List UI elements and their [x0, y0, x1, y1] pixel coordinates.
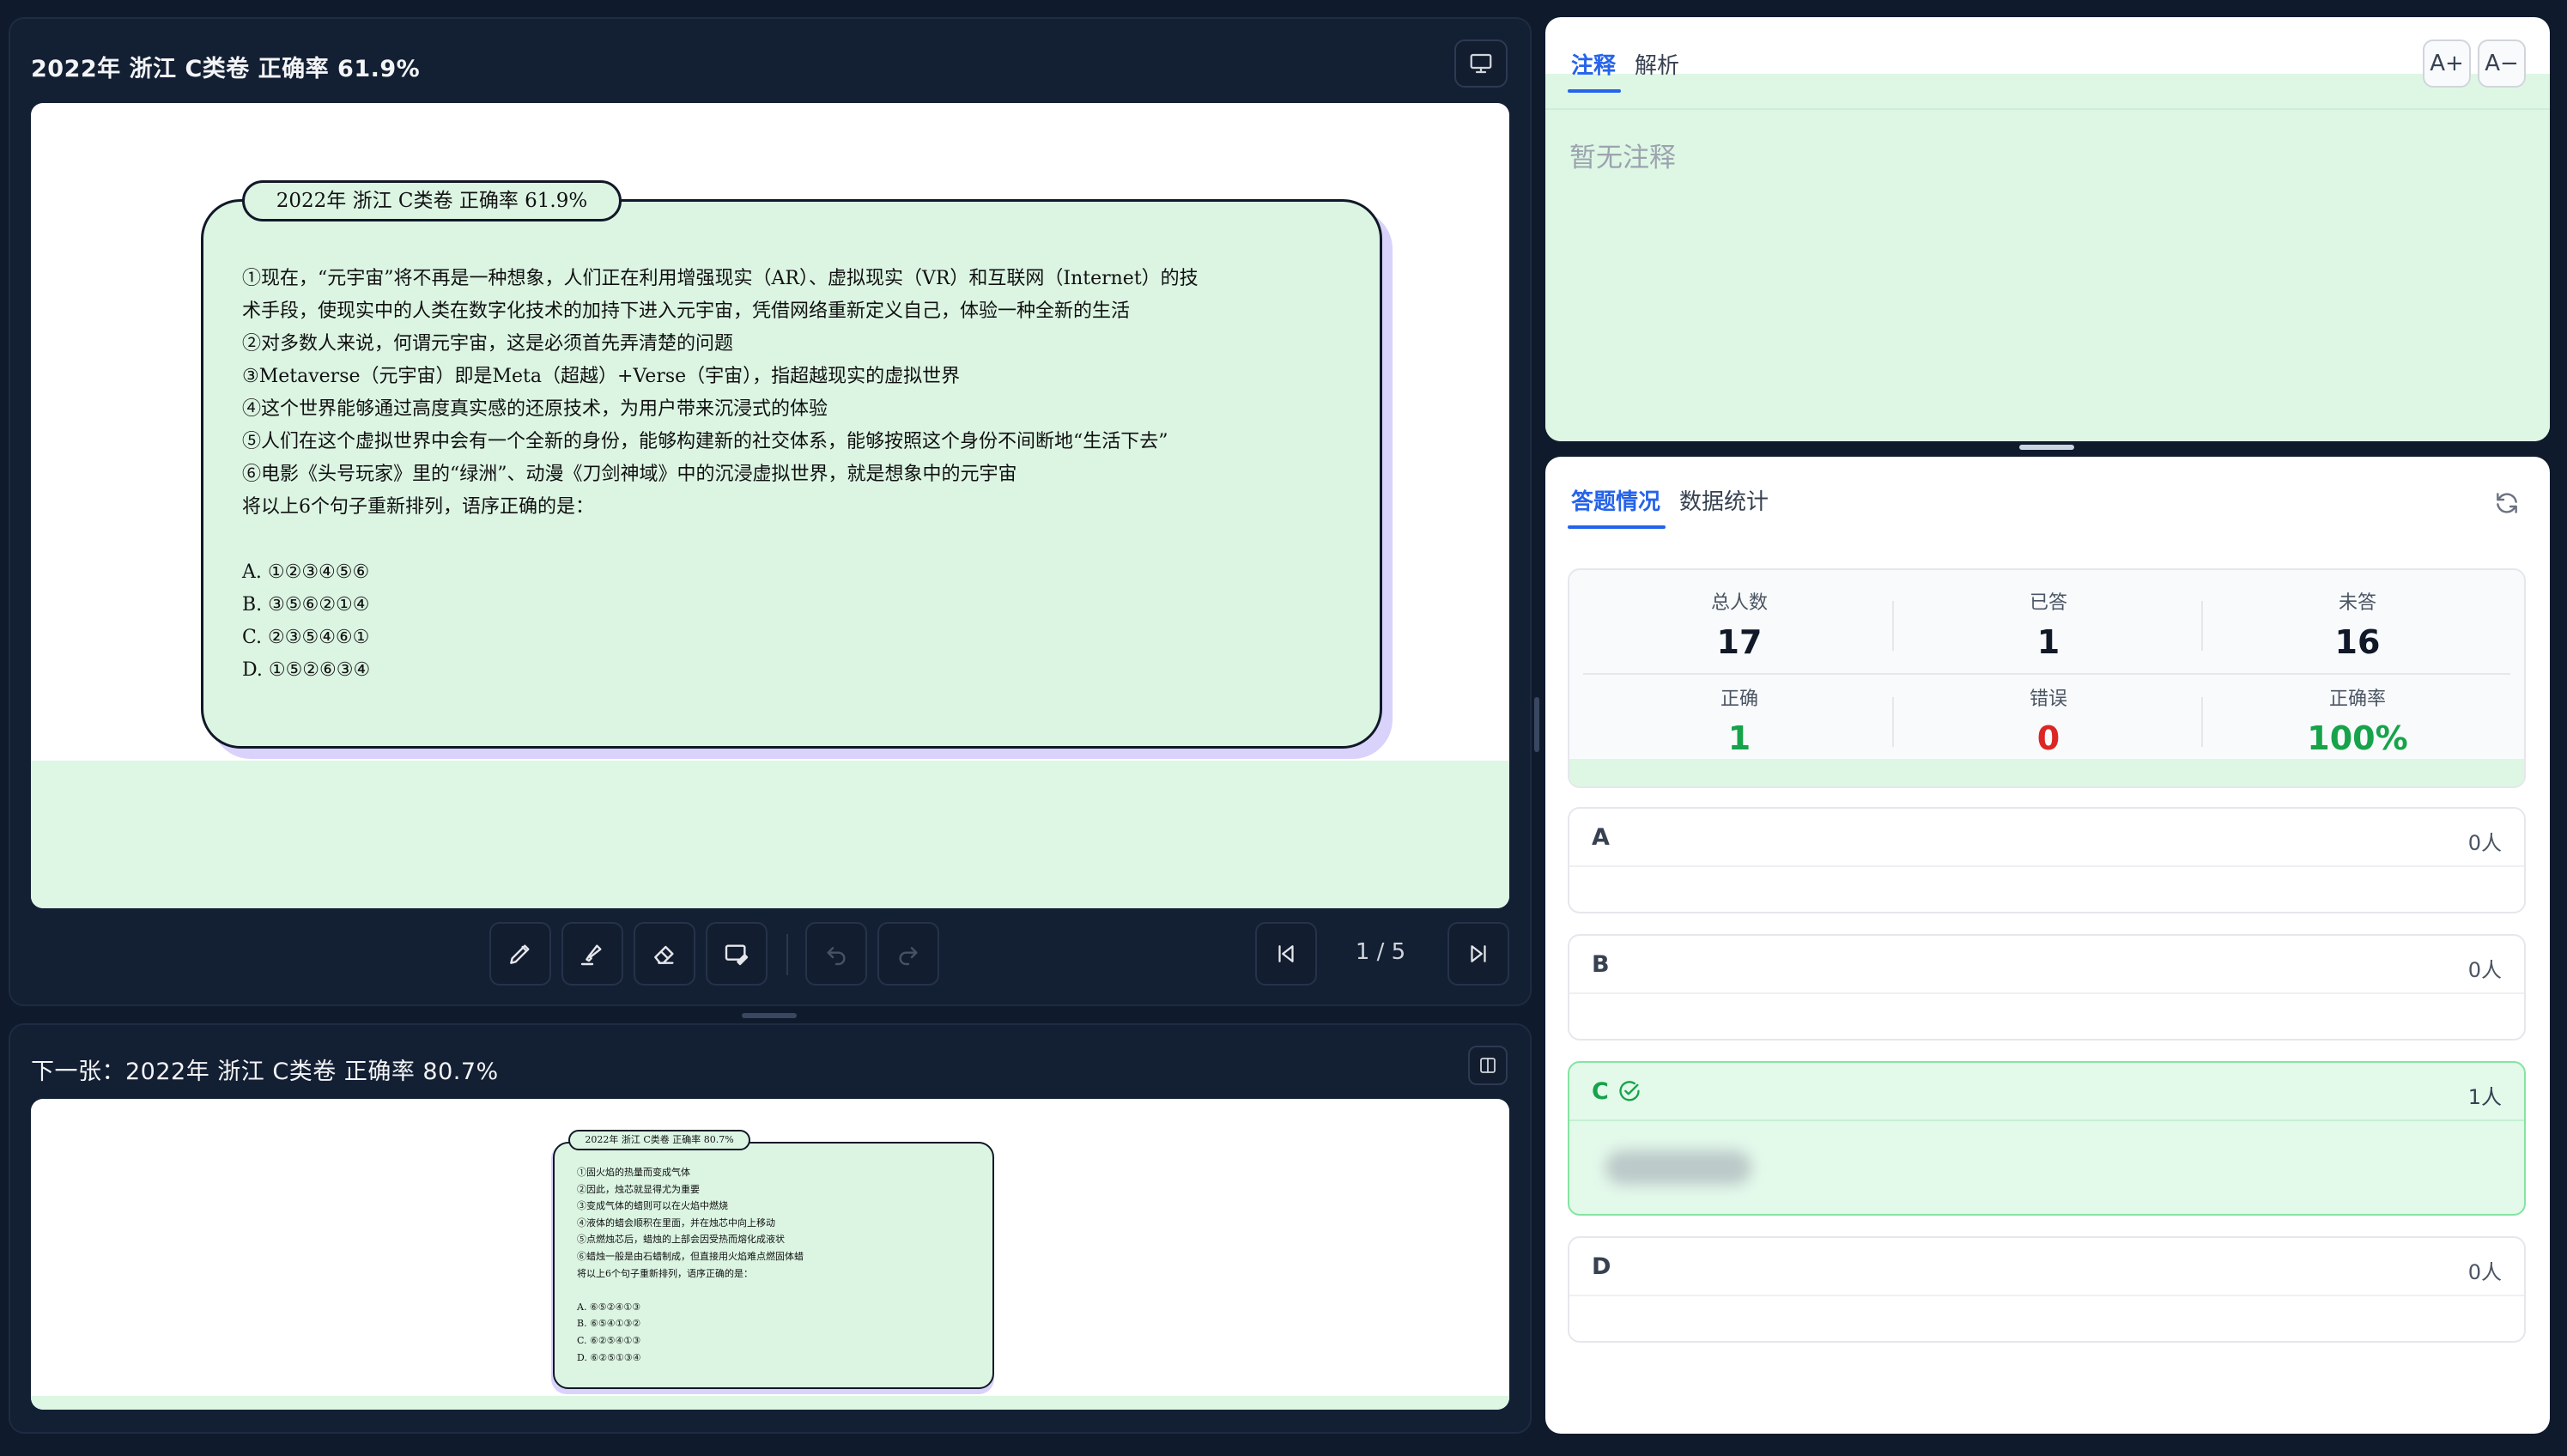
- notes-empty-text: 暂无注释: [1569, 143, 1676, 173]
- next-question-line: ⑤点燃烛芯后，蜡烛的上部会因受热而熔化成液状: [577, 1234, 785, 1246]
- stat-answered: 已答 1: [2029, 592, 2067, 661]
- question-text: ①现在，“元宇宙”将不再是一种想象，人们正在利用增强现实（AR）、虚拟现实（VR…: [242, 263, 1199, 687]
- eraser-icon: [654, 945, 674, 964]
- next-question-line: ⑥蜡烛一般是由石蜡制成，但直接用火焰难点燃固体蜡: [577, 1250, 804, 1262]
- refresh-icon: [2497, 493, 2517, 513]
- slide-background-band: [31, 1396, 1509, 1410]
- stat-correct: 正确 1: [1720, 689, 1758, 757]
- pen-tool-button[interactable]: [489, 922, 551, 986]
- undo-icon: [827, 947, 846, 966]
- correct-check-icon: [1619, 1081, 1640, 1101]
- question-line: ②对多数人来说，何谓元宇宙，这是必须首先弄清楚的问题: [242, 333, 734, 355]
- next-question-line: ④液体的蜡会顺积在里面，并在烛芯中向上移动: [577, 1216, 775, 1228]
- stat-unanswered: 未答 16: [2334, 592, 2381, 661]
- tab-data-statistics[interactable]: 数据统计: [1679, 484, 1769, 516]
- question-line: ④这个世界能够通过高度真实感的还原技术，为用户带来沉浸式的体验: [242, 398, 828, 420]
- question-line: ⑥电影《头号玩家》里的“绿洲”、动漫《刀剑神域》中的沉浸虚拟世界，就是想象中的元…: [242, 464, 1017, 485]
- horizontal-resize-handle[interactable]: [1534, 697, 1539, 752]
- next-question-line: ③变成气体的蜡则可以在火焰中燃烧: [577, 1200, 728, 1212]
- vertical-resize-handle[interactable]: [742, 1013, 797, 1018]
- option-letter: D: [1592, 1253, 1611, 1280]
- notes-panel: 注释 解析 A+ A− 暂无注释: [1545, 17, 2550, 441]
- highlighter-tool-button[interactable]: [561, 922, 623, 986]
- font-increase-button[interactable]: A+: [2423, 39, 2471, 88]
- next-answer-option-b: B. ⑥⑤④①③②: [577, 1318, 641, 1330]
- tab-answer-status[interactable]: 答题情况: [1571, 484, 1660, 516]
- stats-footer-band: [1569, 759, 2524, 786]
- board-erase-icon: [725, 944, 749, 966]
- present-button[interactable]: [1454, 39, 1508, 88]
- question-line: ⑤人们在这个虚拟世界中会有一个全新的身份，能够构建新的社交体系，能够按照这个身份…: [242, 431, 1168, 452]
- toggle-preview-button[interactable]: [1468, 1046, 1508, 1085]
- skip-forward-icon: [1471, 945, 1486, 962]
- pencil-icon: [510, 944, 530, 964]
- option-result-a[interactable]: A 0人: [1568, 807, 2526, 913]
- current-slide-canvas[interactable]: 2022年 浙江 C类卷 正确率 61.9% ①现在，“元宇宙”将不再是一种想象…: [31, 103, 1509, 908]
- current-slide-panel: 2022年 浙江 C类卷 正确率 61.9% 2022年 浙江 C类卷 正确率 …: [9, 17, 1532, 1006]
- option-result-d[interactable]: D 0人: [1568, 1236, 2526, 1343]
- eraser-tool-button[interactable]: [634, 922, 695, 986]
- option-count: 0人: [2467, 1260, 2502, 1284]
- undo-button[interactable]: [805, 922, 867, 986]
- next-answer-option-d: D. ⑥②⑤①③④: [577, 1351, 641, 1363]
- question-line: ③Metaverse（元宇宙）即是Meta（超越）+Verse（宇宙），指超越现…: [242, 366, 961, 387]
- option-count: 1人: [2467, 1085, 2502, 1109]
- next-slide-title: 下一张：2022年 浙江 C类卷 正确率 80.7%: [31, 1059, 499, 1085]
- tab-notes-underline: [1568, 89, 1621, 93]
- option-letter: A: [1592, 824, 1610, 851]
- tab-answer-status-underline: [1568, 525, 1666, 529]
- answer-option-b: B. ③⑤⑥②①④: [242, 594, 370, 616]
- split-view-icon: [1480, 1058, 1496, 1073]
- next-question-line: ②因此，烛芯就显得尤为重要: [577, 1183, 700, 1195]
- answers-panel: 答题情况 数据统计 总人数 17 已答 1 未答 16 正确 1 错误 0 正确…: [1545, 457, 2550, 1434]
- tab-analysis[interactable]: 解析: [1635, 48, 1679, 80]
- first-slide-button[interactable]: [1255, 922, 1317, 986]
- stat-total: 总人数 17: [1710, 592, 1768, 661]
- next-question-text: ①固火焰的热量而变成气体 ②因此，烛芯就显得尤为重要 ③变成气体的蜡则可以在火焰…: [577, 1164, 804, 1366]
- clear-board-button[interactable]: [706, 922, 768, 986]
- highlighter-icon: [580, 944, 602, 966]
- redo-icon: [899, 947, 918, 966]
- notes-divider: [1545, 108, 2550, 110]
- option-result-c[interactable]: C 1人: [1568, 1061, 2526, 1216]
- respondent-name-blurred: [1605, 1150, 1751, 1185]
- slide-background-band: [31, 761, 1509, 908]
- current-slide-title: 2022年 浙江 C类卷 正确率 61.9%: [31, 56, 421, 82]
- notes-resize-handle[interactable]: [2019, 445, 2074, 450]
- next-slide-panel: 下一张：2022年 浙江 C类卷 正确率 80.7% 2022年 浙江 C类卷 …: [9, 1023, 1532, 1434]
- next-answer-option-a: A. ⑥⑤②④①③: [577, 1301, 641, 1313]
- question-card-tag: 2022年 浙江 C类卷 正确率 61.9%: [242, 180, 622, 221]
- refresh-button[interactable]: [2490, 486, 2524, 520]
- page-indicator: 1 / 5: [1355, 939, 1406, 965]
- answer-option-c: C. ②③⑤④⑥①: [242, 627, 370, 648]
- option-result-b[interactable]: B 0人: [1568, 934, 2526, 1040]
- answer-option-d: D. ①⑤②⑥③④: [242, 659, 371, 681]
- question-line: 将以上6个句子重新排列，语序正确的是：: [242, 496, 594, 518]
- option-count: 0人: [2467, 831, 2502, 855]
- monitor-icon: [1470, 53, 1492, 74]
- toolbar-divider: [786, 934, 788, 975]
- option-letter: C: [1592, 1078, 1609, 1105]
- question-line: 术手段，使现实中的人类在数字化技术的加持下进入元宇宙，凭借网络重新定义自己，体验…: [242, 300, 1131, 322]
- answer-stats: 总人数 17 已答 1 未答 16 正确 1 错误 0 正确率 100%: [1568, 568, 2526, 788]
- next-question-line: ①固火焰的热量而变成气体: [577, 1167, 690, 1178]
- last-slide-button[interactable]: [1447, 922, 1509, 986]
- tab-notes[interactable]: 注释: [1571, 48, 1616, 80]
- question-line: ①现在，“元宇宙”将不再是一种想象，人们正在利用增强现实（AR）、虚拟现实（VR…: [242, 268, 1199, 289]
- next-question-card-tag: 2022年 浙江 C类卷 正确率 80.7%: [568, 1130, 750, 1150]
- notes-body: [1545, 74, 2550, 441]
- stat-wrong: 错误 0: [2029, 689, 2067, 757]
- font-decrease-button[interactable]: A−: [2478, 39, 2526, 88]
- answer-option-a: A. ①②③④⑤⑥: [242, 561, 370, 583]
- stat-accuracy: 正确率 100%: [2307, 689, 2408, 757]
- option-letter: B: [1592, 951, 1610, 978]
- next-question-line: 将以上6个句子重新排列，语序正确的是：: [577, 1267, 753, 1279]
- next-answer-option-c: C. ⑥②⑤④①③: [577, 1334, 641, 1346]
- next-slide-canvas[interactable]: 2022年 浙江 C类卷 正确率 80.7% ①固火焰的热量而变成气体 ②因此，…: [31, 1099, 1509, 1410]
- redo-button[interactable]: [877, 922, 939, 986]
- stats-row-divider: [1583, 673, 2510, 675]
- skip-back-icon: [1278, 945, 1294, 962]
- option-count: 0人: [2467, 958, 2502, 982]
